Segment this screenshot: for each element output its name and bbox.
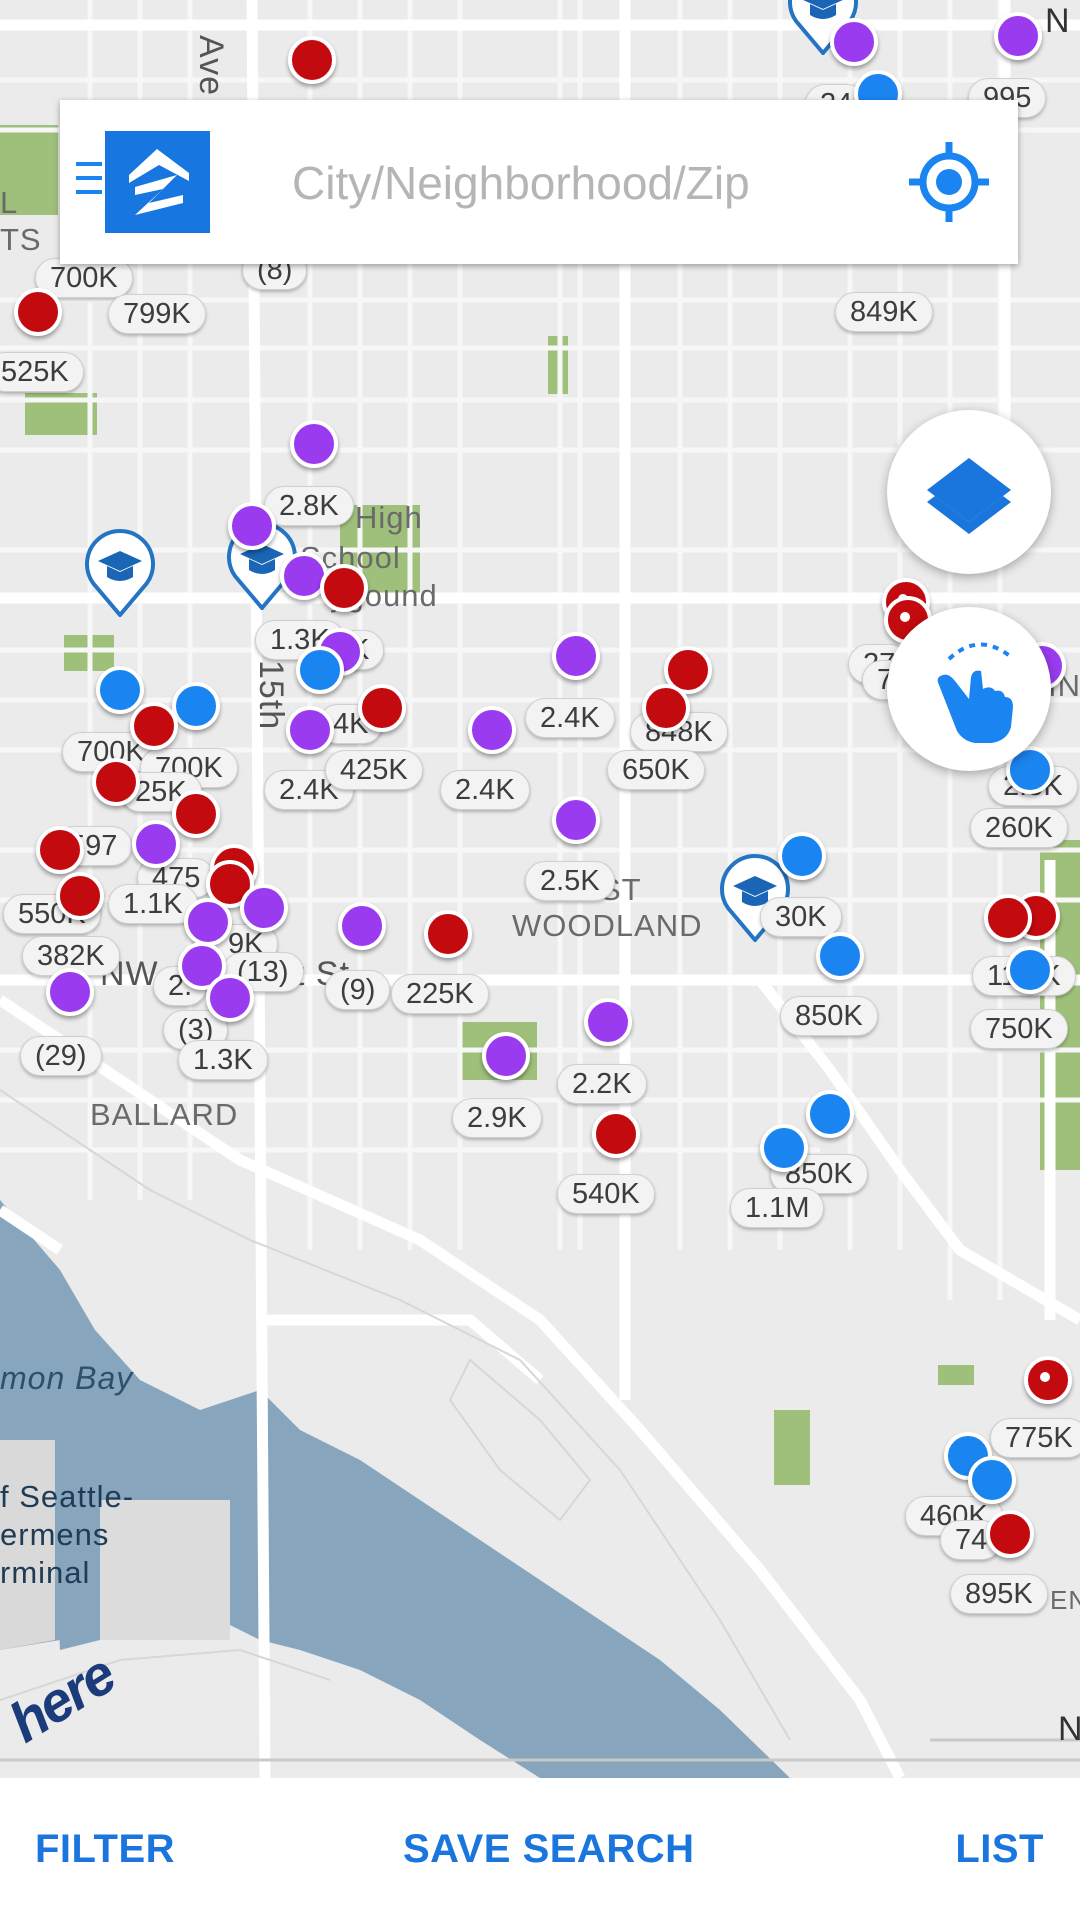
listing-marker[interactable] [592, 1110, 640, 1158]
listing-marker[interactable] [14, 288, 62, 336]
price-label[interactable]: 850K [780, 996, 878, 1036]
price-label[interactable]: 425K [325, 750, 423, 790]
price-label[interactable]: 895K [950, 1574, 1048, 1614]
label-left-ts: TS [0, 222, 42, 257]
listing-marker[interactable] [984, 894, 1032, 942]
listing-marker[interactable] [320, 564, 368, 612]
listing-marker[interactable] [468, 706, 516, 754]
label-west-woodland-2: WOODLAND [512, 908, 703, 943]
menu-icon[interactable] [76, 162, 106, 202]
price-label[interactable]: 260K [970, 808, 1068, 848]
listing-marker[interactable] [482, 1032, 530, 1080]
list-button[interactable]: LIST [955, 1778, 1044, 1920]
price-label[interactable]: 30K [760, 897, 842, 937]
listing-marker[interactable] [206, 974, 254, 1022]
listing-marker[interactable] [184, 898, 232, 946]
price-label[interactable]: (9) [325, 970, 391, 1010]
price-label[interactable]: 1.3K [178, 1040, 268, 1080]
listing-marker[interactable] [130, 702, 178, 750]
label-salmon-bay: mon Bay [0, 1360, 134, 1396]
current-location-icon[interactable] [905, 138, 993, 226]
price-label[interactable]: 2.8K [264, 486, 354, 526]
listing-marker[interactable] [286, 706, 334, 754]
price-label[interactable]: 775K [990, 1418, 1080, 1458]
listing-marker[interactable] [132, 820, 180, 868]
listing-marker[interactable] [760, 1124, 808, 1172]
school-pin-icon[interactable] [83, 525, 157, 617]
price-label[interactable]: (29) [20, 1036, 102, 1076]
price-label[interactable]: 540K [557, 1174, 655, 1214]
label-top-n: N [1045, 2, 1071, 40]
price-label[interactable]: 799K [108, 294, 206, 334]
price-label[interactable]: 525K [0, 352, 84, 392]
listing-marker[interactable] [240, 884, 288, 932]
label-terminal-3: rminal [0, 1555, 91, 1590]
listing-marker[interactable] [36, 826, 84, 874]
filter-button[interactable]: FILTER [35, 1778, 175, 1920]
listing-marker[interactable] [816, 932, 864, 980]
listing-marker[interactable] [968, 1456, 1016, 1504]
hand-draw-icon [937, 642, 1013, 743]
price-label[interactable]: 2.4K [440, 770, 530, 810]
listing-marker[interactable] [778, 832, 826, 880]
listing-marker[interactable] [56, 872, 104, 920]
listing-marker[interactable] [552, 796, 600, 844]
listing-marker[interactable] [172, 790, 220, 838]
listing-marker[interactable] [1006, 946, 1054, 994]
listing-marker[interactable] [92, 758, 140, 806]
price-label[interactable]: 2.4K [525, 698, 615, 738]
label-right-n: N [1058, 1710, 1080, 1748]
price-label[interactable]: 2.2K [557, 1064, 647, 1104]
map-view[interactable]: BALLARD ST WOODLAND mon Bay f Seattle- e… [0, 0, 1080, 1778]
draw-search-button[interactable] [887, 607, 1051, 771]
listing-marker[interactable] [552, 632, 600, 680]
price-label[interactable]: 650K [607, 750, 705, 790]
listing-marker[interactable] [986, 1510, 1034, 1558]
listing-marker[interactable] [358, 684, 406, 732]
listing-marker[interactable] [642, 684, 690, 732]
listing-marker[interactable] [806, 1090, 854, 1138]
price-label[interactable]: 849K [835, 292, 933, 332]
listing-marker[interactable] [228, 502, 276, 550]
label-terminal-1: f Seattle- [0, 1479, 135, 1514]
listing-marker[interactable] [424, 910, 472, 958]
listing-marker[interactable] [1024, 1356, 1072, 1404]
listing-marker[interactable] [46, 968, 94, 1016]
label-left-l: L [0, 185, 19, 220]
listing-marker[interactable] [584, 998, 632, 1046]
label-terminal-2: ermens [0, 1517, 110, 1552]
listing-marker[interactable] [830, 18, 878, 66]
zillow-logo-icon[interactable] [105, 131, 210, 233]
search-bar [60, 100, 1018, 264]
listing-marker[interactable] [338, 902, 386, 950]
listing-marker[interactable] [288, 36, 336, 84]
map-layers-button[interactable] [887, 410, 1051, 574]
bottom-action-bar: FILTER SAVE SEARCH LIST [0, 1778, 1080, 1920]
search-input[interactable] [290, 140, 934, 226]
layers-icon [927, 458, 1011, 534]
listing-marker[interactable] [296, 646, 344, 694]
price-label[interactable]: 2.5K [525, 861, 615, 901]
label-right-en: EN [1050, 1585, 1080, 1615]
price-label[interactable]: 1.1M [730, 1188, 825, 1228]
save-search-button[interactable]: SAVE SEARCH [403, 1778, 694, 1920]
price-label[interactable]: 225K [391, 974, 489, 1014]
listing-marker[interactable] [290, 420, 338, 468]
label-school-1: High [355, 500, 423, 535]
label-ballard: BALLARD [90, 1097, 239, 1132]
label-street-15th: 15th [252, 660, 290, 731]
price-label[interactable]: 2.9K [452, 1098, 542, 1138]
listing-marker[interactable] [172, 682, 220, 730]
price-label[interactable]: 750K [970, 1009, 1068, 1049]
listing-marker[interactable] [994, 12, 1042, 60]
listing-marker[interactable] [96, 666, 144, 714]
